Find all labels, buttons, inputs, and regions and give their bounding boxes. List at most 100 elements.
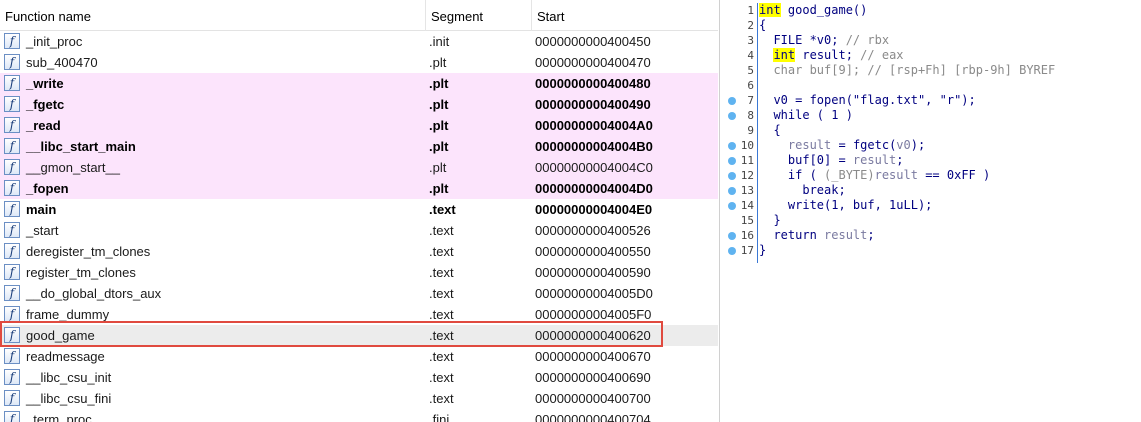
code-line[interactable]: 9 {: [720, 123, 1141, 138]
function-name: _read: [26, 118, 61, 133]
code-text: break;: [759, 183, 846, 198]
function-row[interactable]: f _fopen .plt 00000000004004D0: [0, 178, 718, 199]
column-header-segment[interactable]: Segment: [425, 0, 531, 31]
function-icon: f: [4, 243, 20, 259]
function-name: _fopen: [26, 181, 69, 196]
functions-window: Function name Segment Start f _init_proc.…: [0, 0, 718, 422]
code-line[interactable]: 14 write(1, buf, 1uLL);: [720, 198, 1141, 213]
function-row[interactable]: f __gmon_start__ .plt 00000000004004C0: [0, 157, 718, 178]
code-line[interactable]: 1 int good_game(): [720, 3, 1141, 18]
code-token: (_BYTE): [824, 168, 875, 182]
function-row[interactable]: f main .text 00000000004004E0: [0, 199, 718, 220]
line-number: 10: [740, 139, 754, 152]
function-name: __libc_csu_fini: [26, 391, 112, 406]
function-row[interactable]: f frame_dummy .text 00000000004005F0: [0, 304, 718, 325]
code-line[interactable]: 5 char buf[9]; // [rsp+Fh] [rbp-9h] BYRE…: [720, 63, 1141, 78]
code-line[interactable]: 15 }: [720, 213, 1141, 228]
function-segment: .plt: [429, 118, 449, 133]
function-segment: .text: [429, 202, 456, 217]
function-segment: .text: [429, 286, 454, 301]
code-token: result: [852, 153, 897, 167]
function-row[interactable]: f _init_proc .init 0000000000400450: [0, 31, 718, 52]
function-icon: f: [4, 33, 20, 49]
function-name: __do_global_dtors_aux: [26, 286, 162, 301]
code-line[interactable]: 4 int result; // eax: [720, 48, 1141, 63]
function-segment: .plt: [429, 160, 447, 175]
function-name: frame_dummy: [26, 307, 110, 322]
line-number: 5: [747, 64, 754, 77]
function-icon: f: [4, 138, 20, 154]
code-line[interactable]: 6: [720, 78, 1141, 93]
function-segment: .text: [429, 391, 454, 406]
code-line[interactable]: 7 v0 = fopen("flag.txt", "r");: [720, 93, 1141, 108]
column-header-function-name[interactable]: Function name: [0, 0, 425, 31]
function-start-address: 0000000000400690: [535, 370, 651, 385]
code-text: }: [759, 243, 766, 258]
function-row[interactable]: f __do_global_dtors_aux .text 0000000000400…: [0, 283, 718, 304]
function-row[interactable]: f __libc_csu_init .text 0000000000400690: [0, 367, 718, 388]
line-number: 17: [740, 244, 754, 257]
code-line[interactable]: 3 FILE *v0; // rbx: [720, 33, 1141, 48]
function-row[interactable]: f _term_proc .fini 0000000000400704: [0, 409, 718, 422]
function-row[interactable]: f _read .plt 00000000004004A0: [0, 115, 718, 136]
code-token: while ( 1 ): [759, 108, 853, 122]
code-line[interactable]: 8 while ( 1 ): [720, 108, 1141, 123]
function-icon: f: [4, 180, 20, 196]
code-line[interactable]: 16 return result;: [720, 228, 1141, 243]
function-start-address: 0000000000400670: [535, 349, 651, 364]
comment-token: // [rsp+Fh] [rbp-9h] BYREF: [867, 63, 1056, 77]
function-start-address: 0000000000400490: [535, 97, 651, 112]
function-segment: .text: [429, 244, 454, 259]
code-line[interactable]: 11 buf[0] = result;: [720, 153, 1141, 168]
keyword-token: int: [759, 3, 781, 17]
code-token: );: [910, 138, 926, 152]
function-row[interactable]: f __libc_csu_fini .text 0000000000400700: [0, 388, 718, 409]
function-icon: f: [4, 201, 20, 217]
function-start-address: 00000000004005D0: [535, 286, 653, 301]
function-row[interactable]: f sub_400470 .plt 0000000000400470: [0, 52, 718, 73]
function-segment: .fini: [429, 412, 450, 422]
function-row[interactable]: f _fgetc .plt 0000000000400490: [0, 94, 718, 115]
function-row[interactable]: f __libc_start_main .plt 00000000004004B0: [0, 136, 718, 157]
code-token: {: [759, 18, 767, 32]
function-start-address: 00000000004004D0: [535, 181, 653, 196]
line-number: 11: [740, 154, 754, 167]
code-line[interactable]: 12 if ( (_BYTE)result == 0xFF ): [720, 168, 1141, 183]
function-name: deregister_tm_clones: [26, 244, 151, 259]
function-name: sub_400470: [26, 55, 98, 70]
function-icon: f: [4, 327, 20, 343]
line-number: 4: [747, 49, 754, 62]
function-row[interactable]: f good_game .text 0000000000400620: [0, 325, 718, 346]
function-start-address: 0000000000400590: [535, 265, 651, 280]
column-header-start[interactable]: Start: [531, 0, 718, 31]
function-row[interactable]: f register_tm_clones .text 0000000000400590: [0, 262, 718, 283]
function-row[interactable]: f readmessage .text 0000000000400670: [0, 346, 718, 367]
code-text: return result;: [759, 228, 874, 243]
function-segment: .text: [429, 370, 454, 385]
line-number: 12: [740, 169, 754, 182]
code-line[interactable]: 2{: [720, 18, 1141, 33]
function-segment: .text: [429, 349, 454, 364]
function-icon: f: [4, 306, 20, 322]
function-segment: .text: [429, 307, 454, 322]
code-token: == 0xFF ): [917, 168, 991, 182]
code-text: int result; // eax: [759, 48, 904, 63]
function-start-address: 00000000004004B0: [535, 139, 653, 154]
code-text: char buf[9]; // [rsp+Fh] [rbp-9h] BYREF: [759, 63, 1055, 78]
code-token: }: [759, 243, 767, 257]
code-line[interactable]: 10 result = fgetc(v0);: [720, 138, 1141, 153]
code-token: ;: [896, 153, 904, 167]
function-segment: .init: [429, 34, 450, 49]
code-token: break;: [759, 183, 846, 197]
function-start-address: 0000000000400470: [535, 55, 651, 70]
function-segment: .plt: [429, 139, 449, 154]
function-row[interactable]: f deregister_tm_clones .text 00000000004005…: [0, 241, 718, 262]
function-start-address: 00000000004004E0: [535, 202, 653, 217]
function-row[interactable]: f _start .text 0000000000400526: [0, 220, 718, 241]
function-row[interactable]: f _write .plt 0000000000400480: [0, 73, 718, 94]
code-token: = fgetc(: [831, 138, 897, 152]
code-line[interactable]: 17}: [720, 243, 1141, 258]
code-line[interactable]: 13 break;: [720, 183, 1141, 198]
